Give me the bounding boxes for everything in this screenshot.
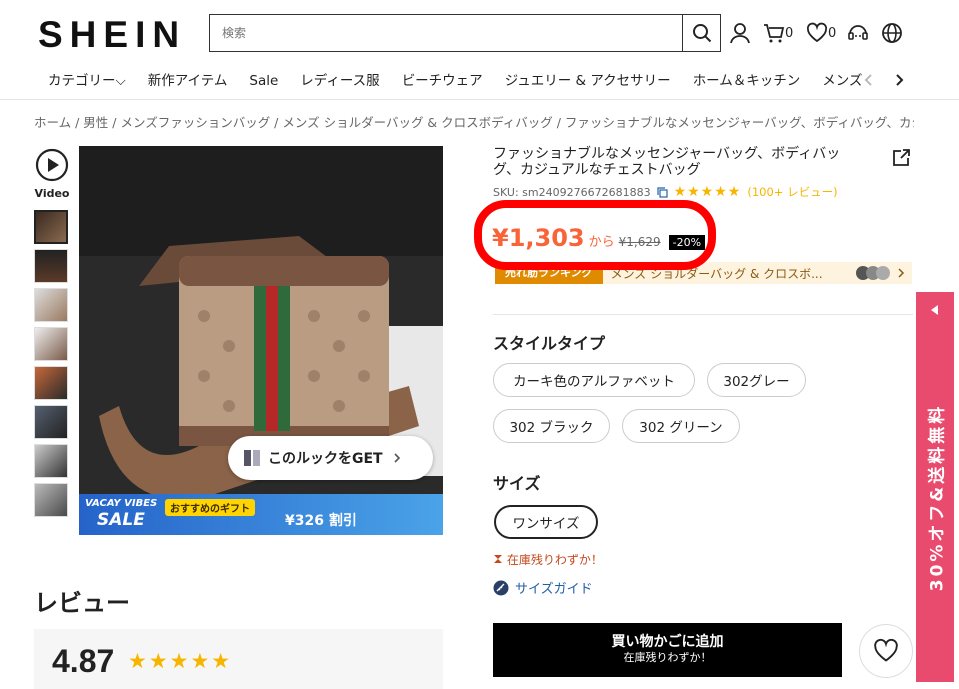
account-button[interactable] bbox=[729, 20, 751, 46]
chevron-right-icon bbox=[898, 268, 905, 278]
cart-button[interactable]: 0 bbox=[763, 20, 793, 46]
site-header: SHEIN 0 0 カテゴリー⌵ 新作アイテム Sale レディース服 ビーチウ… bbox=[0, 0, 959, 100]
cart-icon bbox=[764, 24, 785, 43]
side-promo-tab[interactable]: 30%オフ&送料無料 bbox=[916, 292, 954, 682]
triangle-left-icon bbox=[931, 305, 938, 315]
wishlist-add-button[interactable] bbox=[859, 624, 913, 678]
size-guide-text: サイズガイド bbox=[515, 582, 593, 597]
sku-text: SKU: sm2409276672681883 bbox=[493, 185, 651, 199]
nav-item-jewelry[interactable]: ジュエリー & アクセサリー bbox=[505, 66, 671, 96]
size-option-one-size[interactable]: ワンサイズ bbox=[494, 505, 598, 539]
support-button[interactable] bbox=[847, 20, 869, 46]
shein-logo[interactable]: SHEIN bbox=[38, 14, 186, 56]
copy-icon[interactable] bbox=[656, 186, 668, 198]
stock-warning-text: 在庫残りわずか！ bbox=[506, 553, 603, 567]
search-input[interactable] bbox=[210, 15, 682, 51]
video-label: Video bbox=[34, 187, 70, 200]
nav-item-home[interactable]: ホーム＆キッチン bbox=[693, 66, 801, 96]
thumbnail[interactable] bbox=[34, 210, 68, 244]
size-label: サイズ bbox=[493, 474, 541, 493]
add-to-cart-label: 買い物かごに追加 bbox=[611, 634, 724, 650]
ruler-icon bbox=[493, 580, 509, 595]
nav-item-new[interactable]: 新作アイテム bbox=[148, 66, 228, 96]
style-option-302-green[interactable]: 302 グリーン bbox=[622, 409, 740, 443]
rating-value: 4.87 bbox=[52, 643, 115, 679]
thumbnail[interactable] bbox=[34, 327, 68, 361]
heart-icon bbox=[806, 22, 828, 43]
thumbnail[interactable] bbox=[34, 366, 68, 400]
breadcrumb[interactable]: ホーム / 男性 / メンズファッションバッグ / メンズ ショルダーバッグ &… bbox=[34, 112, 914, 131]
reviews-title: レビュー bbox=[34, 589, 130, 617]
thumbnail[interactable] bbox=[34, 288, 68, 322]
outfit-icon bbox=[244, 450, 260, 466]
category-nav: カテゴリー⌵ 新作アイテム Sale レディース服 ビーチウェア ジュエリー &… bbox=[48, 66, 864, 96]
share-icon bbox=[893, 149, 910, 166]
promo-sale: SALE bbox=[97, 510, 145, 530]
support-icon bbox=[848, 25, 868, 40]
chevron-right-icon[interactable] bbox=[892, 73, 906, 87]
style-type-label: スタイルタイプ bbox=[493, 334, 606, 353]
promo-gift: おすすめのギフト bbox=[165, 499, 255, 516]
chevron-right-icon bbox=[394, 453, 400, 463]
style-option-khaki[interactable]: カーキ色のアルファベット bbox=[493, 363, 695, 397]
user-icon bbox=[730, 23, 750, 44]
promo-vacay: VACAY VIBES bbox=[85, 498, 158, 509]
nav-arrows bbox=[862, 68, 906, 92]
wishlist-button[interactable]: 0 bbox=[806, 20, 836, 46]
nav-item-men[interactable]: メンズ服 bbox=[822, 66, 864, 96]
hourglass-icon bbox=[494, 555, 502, 563]
video-thumb[interactable]: Video bbox=[34, 148, 70, 210]
thumbnail[interactable] bbox=[34, 405, 68, 439]
search-bar bbox=[209, 14, 721, 52]
heart-icon bbox=[874, 638, 898, 662]
wishlist-count: 0 bbox=[828, 25, 837, 41]
play-icon bbox=[35, 148, 69, 182]
add-to-cart-sublabel: 在庫残りわずか！ bbox=[623, 651, 712, 664]
globe-icon bbox=[882, 23, 902, 43]
thumbnail-list: Video bbox=[34, 148, 70, 522]
cart-count: 0 bbox=[785, 25, 794, 41]
get-the-look-label: このルックをGET bbox=[268, 451, 383, 467]
rating-stars: ★★★★★ bbox=[673, 184, 742, 200]
ranking-avatars bbox=[856, 266, 890, 280]
product-title: ファッショナブルなメッセンジャーバッグ、ボディバッグ、カジュアルなチェストバッグ bbox=[493, 146, 841, 178]
nav-item-category[interactable]: カテゴリー⌵ bbox=[48, 66, 126, 96]
rating-summary: 4.87 ★★★★★ bbox=[34, 629, 443, 689]
language-button[interactable] bbox=[881, 20, 903, 46]
review-count-link[interactable]: (100+ レビュー) bbox=[747, 184, 837, 200]
get-the-look-button[interactable]: このルックをGET bbox=[228, 436, 433, 480]
add-to-cart-button[interactable]: 買い物かごに追加 在庫残りわずか！ bbox=[493, 623, 842, 677]
chevron-left-icon[interactable] bbox=[862, 73, 876, 87]
divider bbox=[493, 314, 913, 315]
sku-row: SKU: sm2409276672681883 ★★★★★ (100+ レビュー… bbox=[493, 184, 838, 200]
thumbnail[interactable] bbox=[34, 444, 68, 478]
search-icon bbox=[692, 24, 711, 43]
promo-discount: ¥326 割引 bbox=[285, 513, 357, 529]
stock-warning: 在庫残りわずか！ bbox=[493, 551, 603, 568]
thumbnail[interactable] bbox=[34, 249, 68, 283]
size-guide-link[interactable]: サイズガイド bbox=[493, 578, 593, 597]
search-button[interactable] bbox=[682, 15, 720, 51]
share-button[interactable] bbox=[891, 148, 911, 172]
rating-stars-large: ★★★★★ bbox=[128, 649, 233, 673]
thumbnail[interactable] bbox=[34, 483, 68, 517]
nav-item-sale[interactable]: Sale bbox=[249, 66, 278, 96]
nav-item-women[interactable]: レディース服 bbox=[300, 66, 379, 96]
style-option-302-black[interactable]: 302 ブラック bbox=[493, 409, 610, 443]
side-promo-text: 30%オフ&送料無料 bbox=[927, 403, 948, 591]
promo-banner[interactable]: VACAY VIBES SALE おすすめのギフト ¥326 割引 bbox=[79, 494, 443, 535]
style-option-302-gray[interactable]: 302グレー bbox=[707, 363, 806, 397]
nav-item-beachwear[interactable]: ビーチウェア bbox=[402, 66, 483, 96]
highlight-circle bbox=[474, 200, 716, 270]
